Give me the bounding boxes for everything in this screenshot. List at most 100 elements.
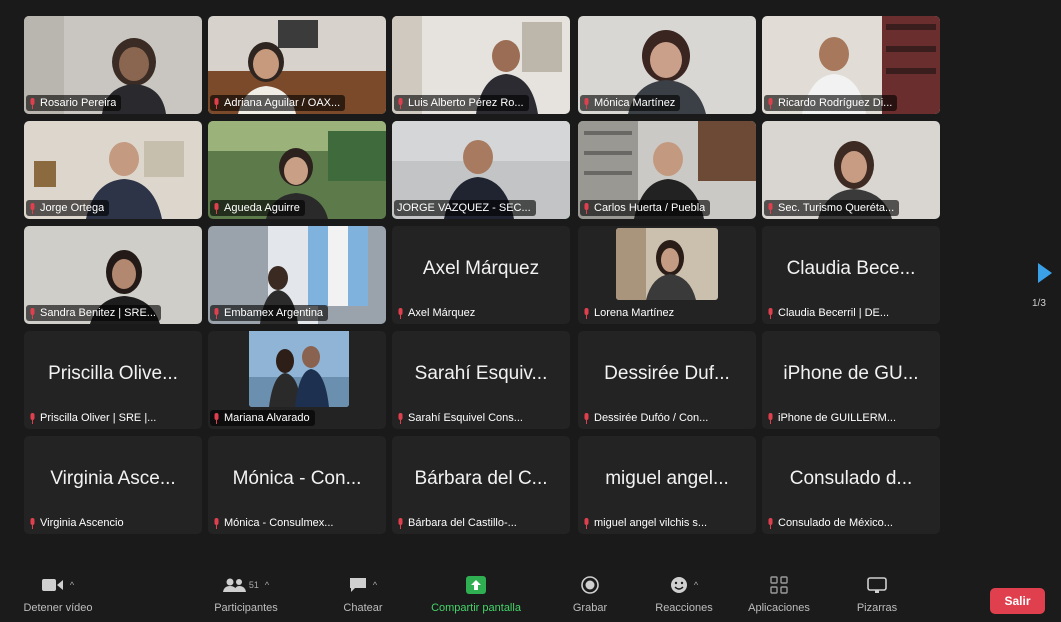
stop-video-button[interactable]: ^ Detener vídeo xyxy=(8,570,108,622)
video-tile-off[interactable]: Mónica - Con... Mónica - Consulmex... xyxy=(208,436,386,534)
record-button[interactable]: Grabar xyxy=(560,570,620,622)
participant-display-name: Consulado d... xyxy=(789,468,913,489)
video-tile-off[interactable]: Axel Márquez Axel Márquez xyxy=(392,226,570,324)
participant-display-name: Priscilla Olive... xyxy=(48,363,178,384)
mic-muted-icon xyxy=(767,517,774,529)
mic-muted-icon xyxy=(397,97,404,109)
video-tile-active-speaker[interactable]: JORGE VAZQUEZ - SEC... xyxy=(392,121,570,219)
video-tile-off[interactable]: Claudia Bece... Claudia Becerril | DE... xyxy=(762,226,940,324)
participant-name-label: Dessirée Dufóo / Con... xyxy=(580,410,713,426)
apps-icon xyxy=(770,576,788,594)
participant-name-label: Mónica - Consulmex... xyxy=(210,515,338,531)
video-tile-off[interactable]: Sarahí Esquiv... Sarahí Esquivel Cons... xyxy=(392,331,570,429)
video-tile[interactable]: Ricardo Rodríguez Di... xyxy=(762,16,940,114)
video-tile[interactable]: Jorge Ortega xyxy=(24,121,202,219)
participant-name-label: Bárbara del Castillo-... xyxy=(394,515,522,531)
video-tile-off[interactable]: miguel angel... miguel angel vilchis s..… xyxy=(578,436,756,534)
participant-profile-photo xyxy=(249,331,349,407)
video-tile[interactable]: Sandra Benitez | SRE... xyxy=(24,226,202,324)
mic-muted-icon xyxy=(767,97,774,109)
share-screen-button[interactable]: Compartir pantalla xyxy=(416,570,536,622)
video-tile[interactable]: Lorena Martínez xyxy=(578,226,756,324)
participant-name-label: Mariana Alvarado xyxy=(210,410,315,426)
participant-name-label: Ricardo Rodríguez Di... xyxy=(764,95,898,111)
participant-name-label: Agueda Aguirre xyxy=(210,200,305,216)
mic-muted-icon xyxy=(29,202,36,214)
participant-name-label: Claudia Becerril | DE... xyxy=(764,305,894,321)
video-tile[interactable]: Embamex Argentina xyxy=(208,226,386,324)
mic-muted-icon xyxy=(213,202,220,214)
mic-muted-icon xyxy=(213,97,220,109)
participant-display-name: miguel angel... xyxy=(605,468,729,489)
reactions-button[interactable]: ^ Reacciones xyxy=(642,570,726,622)
participants-count: 51 xyxy=(248,580,259,590)
participant-name-label: Sandra Benitez | SRE... xyxy=(26,305,161,321)
video-tile[interactable]: Mariana Alvarado xyxy=(208,331,386,429)
video-tile-off[interactable]: Consulado d... Consulado de México... xyxy=(762,436,940,534)
smiley-icon xyxy=(670,577,687,593)
mic-muted-icon xyxy=(213,412,220,424)
mic-muted-icon xyxy=(213,307,220,319)
participant-display-name: Axel Márquez xyxy=(422,258,540,279)
participant-profile-photo xyxy=(616,228,718,300)
mic-muted-icon xyxy=(583,517,590,529)
mic-muted-icon xyxy=(397,412,404,424)
mic-muted-icon xyxy=(583,97,590,109)
share-screen-icon xyxy=(466,576,486,594)
apps-button[interactable]: Aplicaciones xyxy=(734,570,824,622)
participant-name-label: Sec. Turismo Queréta... xyxy=(764,200,900,216)
video-tile[interactable]: Carlos Huerta / Puebla xyxy=(578,121,756,219)
video-tile-off[interactable]: Virginia Asce... Virginia Ascencio xyxy=(24,436,202,534)
chevron-up-icon[interactable]: ^ xyxy=(694,580,698,590)
chevron-up-icon[interactable]: ^ xyxy=(373,580,377,590)
participant-display-name: Claudia Bece... xyxy=(786,258,916,279)
leave-meeting-button[interactable]: Salir xyxy=(990,588,1045,614)
participant-name-label: miguel angel vilchis s... xyxy=(580,515,712,531)
video-tile[interactable]: Adriana Aguilar / OAX... xyxy=(208,16,386,114)
mic-muted-icon xyxy=(213,517,220,529)
participant-name-label: Mónica Martínez xyxy=(580,95,681,111)
mic-muted-icon xyxy=(29,412,36,424)
mic-muted-icon xyxy=(767,202,774,214)
participant-name-label: Jorge Ortega xyxy=(26,200,110,216)
mic-muted-icon xyxy=(767,307,774,319)
video-tile[interactable]: Agueda Aguirre xyxy=(208,121,386,219)
page-indicator: 1/3 xyxy=(1032,298,1046,309)
video-tile-off[interactable]: Bárbara del C... Bárbara del Castillo-..… xyxy=(392,436,570,534)
video-tile[interactable]: Rosario Pereira xyxy=(24,16,202,114)
mic-muted-icon xyxy=(767,412,774,424)
participant-display-name: iPhone de GU... xyxy=(783,363,919,384)
video-tile[interactable]: Luis Alberto Pérez Ro... xyxy=(392,16,570,114)
video-tile-off[interactable]: Dessirée Duf... Dessirée Dufóo / Con... xyxy=(578,331,756,429)
mic-muted-icon xyxy=(583,412,590,424)
whiteboard-icon xyxy=(867,577,887,593)
meeting-toolbar: ^ Detener vídeo 51 ^ Participantes ^ Chat… xyxy=(0,570,1061,622)
video-tile-off[interactable]: iPhone de GU... iPhone de GUILLERM... xyxy=(762,331,940,429)
participant-name-label: Sarahí Esquivel Cons... xyxy=(394,410,528,426)
video-tile[interactable]: Mónica Martínez xyxy=(578,16,756,114)
video-camera-icon xyxy=(41,579,63,591)
video-tile[interactable]: Sec. Turismo Queréta... xyxy=(762,121,940,219)
mic-muted-icon xyxy=(397,307,404,319)
video-tile-off[interactable]: Priscilla Olive... Priscilla Oliver | SR… xyxy=(24,331,202,429)
next-page-arrow-icon[interactable] xyxy=(1036,262,1054,284)
chevron-up-icon[interactable]: ^ xyxy=(265,580,269,590)
mic-muted-icon xyxy=(583,307,590,319)
participants-button[interactable]: 51 ^ Participantes xyxy=(196,570,296,622)
participant-name-label: Priscilla Oliver | SRE |... xyxy=(26,410,161,426)
whiteboards-button[interactable]: Pizarras xyxy=(840,570,914,622)
participant-display-name: Dessirée Duf... xyxy=(604,363,730,384)
participant-name-label: iPhone de GUILLERM... xyxy=(764,410,901,426)
participant-name-label: Carlos Huerta / Puebla xyxy=(580,200,711,216)
participants-icon xyxy=(222,578,246,592)
participant-name-label: Axel Márquez xyxy=(394,305,480,321)
participant-name-label: Luis Alberto Pérez Ro... xyxy=(394,95,529,111)
chat-button[interactable]: ^ Chatear xyxy=(326,570,400,622)
mic-muted-icon xyxy=(397,517,404,529)
chevron-up-icon[interactable]: ^ xyxy=(70,580,74,590)
mic-muted-icon xyxy=(29,97,36,109)
chat-bubble-icon xyxy=(349,578,366,592)
participant-display-name: Sarahí Esquiv... xyxy=(414,363,548,384)
participant-name-label: Consulado de México... xyxy=(764,515,898,531)
participant-name-label: Lorena Martínez xyxy=(580,305,679,321)
